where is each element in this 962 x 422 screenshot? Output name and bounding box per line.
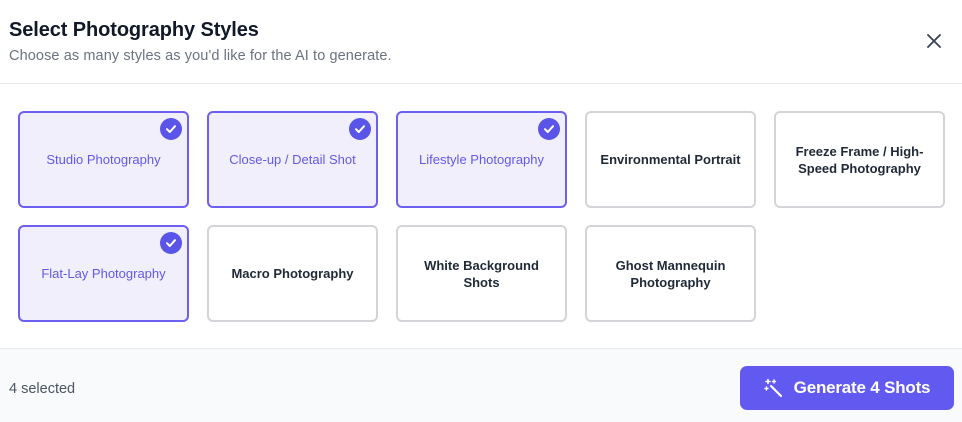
dialog-footer: 4 selected Generate 4 Shots [0, 348, 962, 422]
style-card-lifestyle-photography[interactable]: Lifestyle Photography [396, 111, 567, 208]
checkmark-icon [349, 118, 371, 140]
checkmark-icon [160, 232, 182, 254]
style-card-freeze-frame[interactable]: Freeze Frame / High-Speed Photography [774, 111, 945, 208]
style-card-label: Environmental Portrait [600, 152, 741, 167]
style-card-ghost-mannequin-photography[interactable]: Ghost Mannequin Photography [585, 225, 756, 322]
style-card-label: Freeze Frame / High-Speed Photography [795, 143, 924, 176]
checkmark-icon [160, 118, 182, 140]
style-card-flat-lay-photography[interactable]: Flat-Lay Photography [18, 225, 189, 322]
style-card-environmental-portrait[interactable]: Environmental Portrait [585, 111, 756, 208]
style-card-label: Flat-Lay Photography [41, 266, 166, 281]
dialog-title: Select Photography Styles [9, 19, 259, 41]
style-card-close-up-detail-shot[interactable]: Close-up / Detail Shot [207, 111, 378, 208]
dialog-subtitle: Choose as many styles as you'd like for … [9, 48, 392, 64]
style-card-label: Studio Photography [46, 152, 161, 167]
select-styles-dialog: Select Photography Styles Choose as many… [0, 0, 962, 422]
generate-button[interactable]: Generate 4 Shots [740, 366, 954, 410]
selected-count: 4 selected [9, 381, 76, 397]
style-card-label: White Background Shots [424, 257, 539, 290]
style-card-macro-photography[interactable]: Macro Photography [207, 225, 378, 322]
dialog-header: Select Photography Styles Choose as many… [0, 0, 962, 84]
style-card-label: Close-up / Detail Shot [229, 152, 356, 167]
style-card-studio-photography[interactable]: Studio Photography [18, 111, 189, 208]
style-card-label: Lifestyle Photography [418, 152, 545, 167]
style-card-white-background-shots[interactable]: White Background Shots [396, 225, 567, 322]
close-icon [927, 34, 941, 48]
close-button[interactable] [922, 29, 946, 53]
checkmark-icon [538, 118, 560, 140]
style-grid: Studio Photography Close-up / Detail Sho… [18, 111, 948, 323]
magic-wand-icon [763, 378, 782, 398]
generate-button-label: Generate 4 Shots [793, 378, 931, 397]
style-card-label: Macro Photography [231, 266, 354, 281]
style-card-label: Ghost Mannequin Photography [615, 257, 726, 290]
